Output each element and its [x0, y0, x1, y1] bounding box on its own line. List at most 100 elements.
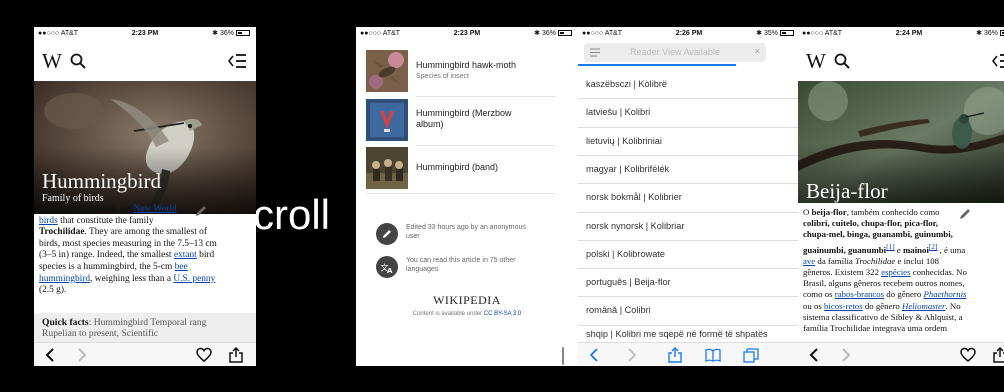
battery-indicator: ✱ 36%: [976, 27, 1004, 41]
heart-save-icon[interactable]: [960, 347, 976, 363]
link-new-world[interactable]: New World: [134, 204, 177, 214]
bluetooth-icon: ✱: [212, 30, 220, 37]
link-bee[interactable]: bee: [175, 262, 188, 272]
phone-screen-language-list: ●●○○○ AT&T 2:26 PM ✱ 35% Reader View Ava…: [578, 27, 800, 366]
language-list-item[interactable]: kaszëbsczi | Kòlibrë: [578, 79, 800, 89]
language-list-item[interactable]: norsk nynorsk | Kolibriar: [578, 221, 800, 231]
article-lead-text: The Hummingbirds are New World birds tha…: [39, 204, 217, 296]
divider: [578, 98, 800, 100]
link-birds[interactable]: birds: [39, 216, 58, 226]
other-languages-text: You can read this article in 75 other la…: [406, 257, 516, 273]
pencil-icon: [383, 230, 391, 238]
lead-image-hummingbird: Hummingbird Family of birds: [34, 81, 256, 214]
link-bicos-retos[interactable]: bicos-retos: [824, 301, 863, 311]
link-heliomaster[interactable]: Heliomaster: [902, 301, 946, 311]
forward-chevron-icon[interactable]: [624, 347, 640, 363]
language-list-item[interactable]: latviešu | Kolibri: [578, 107, 800, 117]
divider: [416, 145, 556, 146]
forward-chevron-icon[interactable]: [838, 347, 854, 363]
scroll-indicator: [562, 347, 564, 365]
article-title: Hummingbird: [42, 169, 161, 193]
status-time: 2:24 PM: [895, 30, 923, 37]
battery-icon: [1000, 30, 1004, 36]
page-load-progress: [578, 64, 736, 66]
battery-percent: 36%: [541, 30, 556, 37]
wikipedia-toolbar: W: [798, 41, 1004, 81]
search-icon[interactable]: [834, 53, 850, 69]
language-list-item[interactable]: polski | Kolibrowate: [578, 249, 800, 259]
read-more-item[interactable]: Hummingbird hawk-moth Species of insect: [366, 50, 531, 96]
share-icon[interactable]: [667, 347, 683, 363]
wikipedia-logo-button[interactable]: W: [42, 49, 62, 74]
forward-chevron-icon[interactable]: [74, 347, 90, 363]
quick-facts-panel[interactable]: Quick facts: Hummingbird Temporal rang R…: [34, 313, 256, 343]
status-bar: ●●○○○ AT&T 2:26 PM ✱ 35%: [578, 27, 800, 41]
tabs-icon[interactable]: [743, 347, 759, 363]
bookmarks-icon[interactable]: [705, 347, 721, 363]
language-list-item[interactable]: português | Beija-flor: [578, 277, 800, 287]
language-list-item[interactable]: shqip | Kolibri me sqepë në formë të shp…: [578, 329, 768, 339]
article-subtitle: Family of birds: [42, 193, 104, 204]
phone-screen-beija-flor-article: ●●○○○ AT&T 2:24 PM ✱ 36% W Beija-flor O …: [798, 27, 1004, 366]
search-icon[interactable]: [70, 53, 86, 69]
back-chevron-icon[interactable]: [586, 347, 602, 363]
status-bar: ●●○○○ AT&T 2:23 PM ✱ 36%: [34, 27, 256, 41]
article-bottom-toolbar: [798, 342, 1004, 366]
reader-view-field[interactable]: Reader View Available ×: [584, 43, 766, 62]
language-list-item[interactable]: lietuvių | Kolibriniai: [578, 136, 800, 146]
thumbnail-band: [366, 147, 408, 189]
link-us-penny[interactable]: U.S. penny: [173, 274, 215, 284]
svg-text:A: A: [387, 267, 393, 275]
battery-icon: [780, 30, 794, 36]
divider: [416, 96, 556, 97]
battery-indicator: ✱ 35%: [756, 27, 794, 41]
read-more-item[interactable]: Hummingbird (Merzbow album): [366, 99, 531, 145]
link-extant[interactable]: extant: [174, 250, 197, 260]
language-list-item[interactable]: magyar | Kolibrifélék: [578, 164, 800, 174]
wikipedia-wordmark: WIKIPEDIA: [433, 293, 501, 307]
bluetooth-icon: ✱: [534, 30, 542, 37]
link-ave[interactable]: ave: [803, 256, 815, 266]
read-more-item[interactable]: Hummingbird (band): [366, 147, 531, 193]
divider: [578, 268, 800, 270]
divider: [366, 193, 556, 194]
back-chevron-icon[interactable]: [806, 347, 822, 363]
divider: [578, 183, 800, 185]
heart-save-icon[interactable]: [196, 347, 212, 363]
last-edited-text: Edited 33 hours ago by an anonymous user: [406, 224, 526, 240]
citation-1-link[interactable]: [1]: [886, 242, 895, 251]
back-chevron-icon[interactable]: [42, 347, 58, 363]
bluetooth-icon: ✱: [976, 30, 984, 37]
battery-indicator: ✱ 36%: [534, 27, 572, 41]
divider: [578, 324, 800, 326]
language-circle: 文A: [376, 256, 398, 278]
share-icon[interactable]: [992, 347, 1004, 363]
link-phaethornis[interactable]: Phaethornis: [923, 289, 966, 299]
result-title: Hummingbird (band): [416, 162, 499, 172]
result-title: Hummingbird (Merzbow album): [416, 108, 512, 129]
license-link[interactable]: CC BY-SA 3.0: [484, 311, 521, 317]
license-notice: Content is available under CC BY-SA 3.0: [412, 311, 522, 317]
table-of-contents-icon[interactable]: [992, 53, 1004, 69]
edit-history-circle: [376, 223, 398, 245]
link-rabos-brancos[interactable]: rabos-brancos: [835, 289, 884, 299]
language-list-item[interactable]: norsk bokmål | Kolibrier: [578, 192, 800, 202]
lead-image-beija-flor: Beija-flor: [798, 81, 1004, 203]
bluetooth-icon: ✱: [756, 30, 764, 37]
link-hummingbird[interactable]: hummingbird: [39, 274, 90, 284]
divider: [578, 239, 800, 241]
battery-percent: 36%: [983, 30, 998, 37]
battery-icon: [558, 30, 572, 36]
language-list-item[interactable]: română | Colibri: [578, 305, 800, 315]
thumbnail-hawk-moth: [366, 50, 408, 92]
status-bar: ●●○○○ AT&T 2:24 PM ✱ 36%: [798, 27, 1004, 41]
wikipedia-toolbar: W: [34, 41, 256, 81]
close-icon[interactable]: ×: [755, 46, 760, 56]
table-of-contents-icon[interactable]: [228, 53, 246, 69]
reader-view-available-text: Reader View Available: [630, 47, 720, 57]
link-especies[interactable]: espécies: [881, 267, 910, 277]
article-lead-text: O beija-flor, também conhecido como coli…: [803, 207, 967, 333]
divider: [578, 126, 800, 128]
wikipedia-logo-button[interactable]: W: [806, 49, 826, 74]
share-icon[interactable]: [228, 347, 244, 363]
